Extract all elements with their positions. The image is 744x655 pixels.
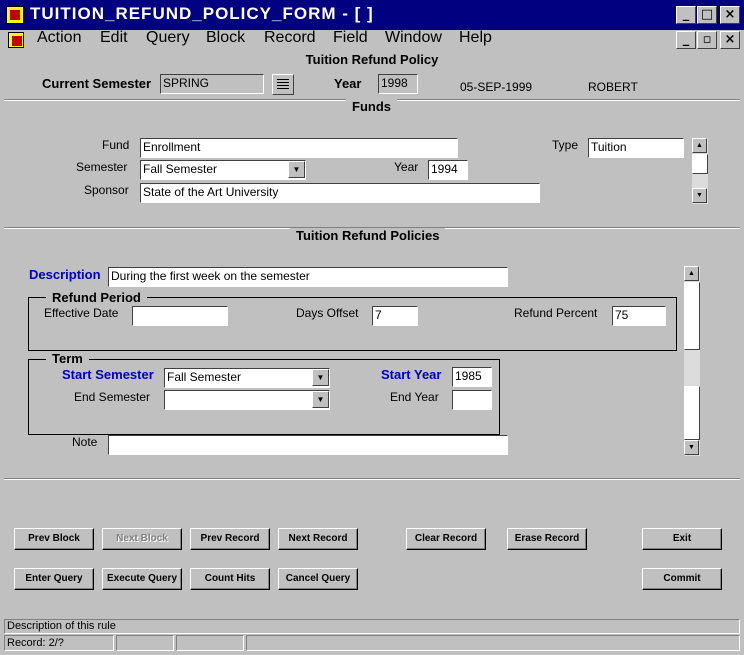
term-title: Term	[46, 351, 89, 366]
execute-query-button[interactable]: Execute Query	[102, 568, 182, 590]
app-icon[interactable]	[6, 6, 24, 24]
current-semester-label: Current Semester	[42, 76, 152, 91]
description-field[interactable]: During the first week on the semester	[108, 267, 508, 287]
menu-action[interactable]: Action	[37, 29, 81, 47]
cancel-query-button[interactable]: Cancel Query	[278, 568, 358, 590]
header-year-label: Year	[334, 76, 362, 91]
effective-date-label: Effective Date	[44, 306, 119, 320]
window-title: TUITION_REFUND_POLICY_FORM - [ ]	[30, 4, 374, 23]
exit-button[interactable]: Exit	[642, 528, 722, 550]
scroll-down-icon[interactable]: ▼	[684, 440, 699, 455]
scroll-up-icon[interactable]: ▲	[692, 138, 707, 153]
sponsor-field[interactable]: State of the Art University	[140, 183, 540, 203]
status-panel-4	[246, 635, 740, 651]
refund-period-title: Refund Period	[46, 290, 147, 305]
funds-scrollbar[interactable]: ▲ ▼	[692, 138, 708, 204]
doc-minimize-icon[interactable]: _	[676, 31, 696, 49]
doc-restore-icon[interactable]: ▫	[697, 31, 717, 49]
scroll-thumb[interactable]	[684, 282, 700, 350]
commit-button[interactable]: Commit	[642, 568, 722, 590]
list-icon	[277, 79, 289, 90]
type-label: Type	[552, 138, 579, 152]
fund-label: Fund	[102, 138, 130, 152]
start-semester-label: Start Semester	[62, 367, 154, 382]
scroll-track-lower[interactable]	[684, 386, 700, 440]
document-icon[interactable]	[8, 32, 24, 48]
scroll-down-icon[interactable]: ▼	[692, 188, 707, 203]
note-label: Note	[72, 435, 98, 449]
menu-query[interactable]: Query	[146, 29, 190, 47]
sponsor-label: Sponsor	[84, 183, 129, 197]
buttons-divider	[4, 478, 740, 480]
menu-window[interactable]: Window	[385, 29, 442, 47]
refund-percent-field[interactable]: 75	[612, 306, 666, 326]
status-hint-panel: Description of this rule	[4, 619, 740, 634]
close-icon[interactable]: ×	[720, 6, 740, 24]
current-semester-field[interactable]: SPRING	[160, 74, 264, 94]
start-year-label: Start Year	[381, 367, 442, 382]
end-year-label: End Year	[390, 390, 439, 404]
current-user: ROBERT	[588, 80, 638, 94]
description-label: Description	[29, 267, 101, 282]
status-record-panel: Record: 2/?	[4, 635, 114, 651]
end-year-field[interactable]	[452, 390, 492, 410]
fund-year-field[interactable]: 1994	[428, 160, 468, 180]
chevron-down-icon[interactable]: ▼	[312, 391, 329, 408]
end-semester-select[interactable]: ▼	[164, 390, 330, 410]
next-block-button[interactable]: Next Block	[102, 528, 182, 550]
start-semester-select[interactable]: Fall Semester ▼	[164, 368, 330, 388]
current-date: 05-SEP-1999	[460, 80, 533, 94]
prev-record-button[interactable]: Prev Record	[190, 528, 270, 550]
doc-close-icon[interactable]: ×	[720, 31, 740, 49]
header-year-field[interactable]: 1998	[378, 74, 418, 94]
maximize-icon[interactable]: □	[697, 6, 717, 24]
prev-block-button[interactable]: Prev Block	[14, 528, 94, 550]
type-field[interactable]: Tuition	[588, 138, 684, 158]
funds-section-title: Funds	[346, 99, 397, 114]
menu-edit[interactable]: Edit	[100, 29, 128, 47]
policies-scrollbar[interactable]: ▲ ▼	[684, 266, 700, 456]
refund-percent-label: Refund Percent	[514, 306, 598, 320]
end-semester-label: End Semester	[74, 390, 151, 404]
minimize-icon[interactable]: _	[676, 6, 696, 24]
count-hits-button[interactable]: Count Hits	[190, 568, 270, 590]
scroll-thumb[interactable]	[692, 154, 708, 174]
chevron-down-icon[interactable]: ▼	[312, 369, 329, 386]
days-offset-label: Days Offset	[296, 306, 359, 320]
fund-semester-select[interactable]: Fall Semester ▼	[140, 160, 306, 180]
note-field[interactable]	[108, 435, 508, 455]
fund-semester-label: Semester	[76, 160, 128, 174]
next-record-button[interactable]: Next Record	[278, 528, 358, 550]
list-of-values-button[interactable]	[272, 74, 294, 95]
title-bar: TUITION_REFUND_POLICY_FORM - [ ] _ □ ×	[0, 0, 744, 30]
chevron-down-icon[interactable]: ▼	[288, 161, 305, 178]
enter-query-button[interactable]: Enter Query	[14, 568, 94, 590]
erase-record-button[interactable]: Erase Record	[507, 528, 587, 550]
scroll-up-icon[interactable]: ▲	[684, 266, 699, 281]
menu-help[interactable]: Help	[459, 29, 492, 47]
menu-bar: Action Edit Query Block Record Field Win…	[0, 29, 744, 50]
menu-record[interactable]: Record	[264, 29, 316, 47]
fund-semester-value: Fall Semester	[143, 162, 218, 176]
status-hint: Description of this rule	[7, 620, 116, 632]
status-panel-3	[176, 635, 244, 651]
form-title: Tuition Refund Policy	[305, 52, 439, 67]
start-semester-value: Fall Semester	[167, 370, 242, 384]
status-record: Record: 2/?	[7, 637, 64, 649]
days-offset-field[interactable]: 7	[372, 306, 418, 326]
status-panel-2	[116, 635, 174, 651]
policies-section-title: Tuition Refund Policies	[290, 228, 446, 243]
clear-record-button[interactable]: Clear Record	[406, 528, 486, 550]
fund-year-label: Year	[394, 160, 419, 174]
fund-field[interactable]: Enrollment	[140, 138, 458, 158]
effective-date-field[interactable]	[132, 306, 228, 326]
menu-field[interactable]: Field	[333, 29, 368, 47]
menu-block[interactable]: Block	[206, 29, 245, 47]
start-year-field[interactable]: 1985	[452, 367, 492, 387]
